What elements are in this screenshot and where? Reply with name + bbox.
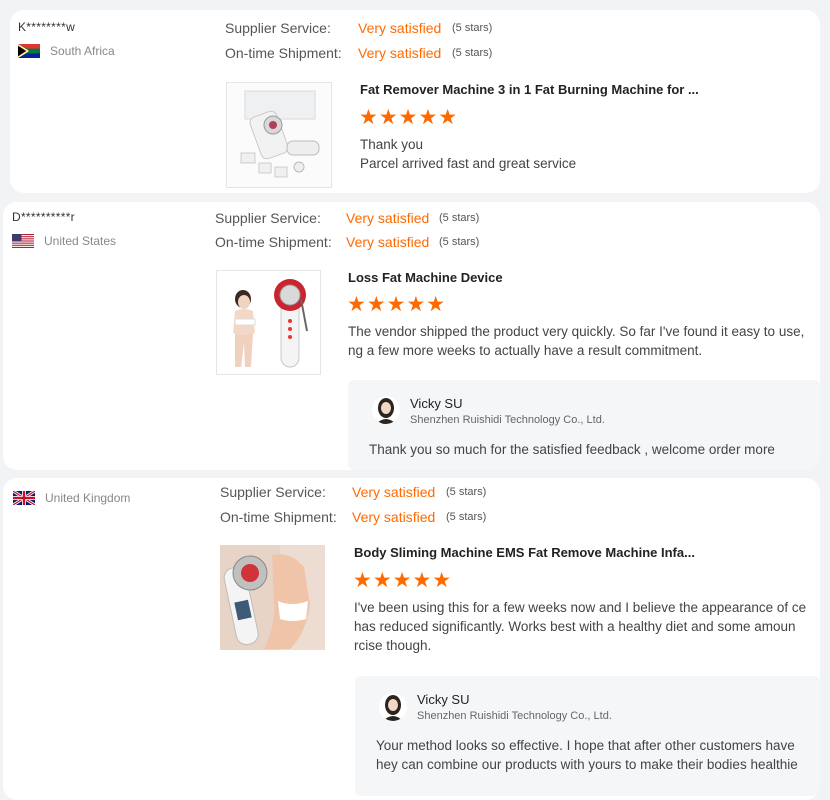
shipment-stars: (5 stars) [446,511,487,523]
avatar [379,693,407,721]
shipment-label: On-time Shipment: [215,234,332,250]
review-card: K********w South Africa Supplier Service… [10,10,820,193]
supplier-service-stars: (5 stars) [446,486,487,498]
united-states-flag-icon [12,234,34,248]
supplier-service-value: Very satisfied [352,484,436,500]
reply-company: Shenzhen Ruishidi Technology Co., Ltd. [410,414,605,426]
shipment-stars: (5 stars) [439,236,480,248]
review-card: United Kingdom Supplier Service: Very sa… [3,478,820,800]
avatar [372,396,400,424]
supplier-service-label: Supplier Service: [225,20,331,36]
country-label: South Africa [50,44,115,58]
reviews-page: { "reviews": [ { "buyer": "K********w", … [0,0,830,800]
shipment-value: Very satisfied [346,234,430,250]
country-label: United States [44,234,117,248]
buyer-country: United Kingdom [13,491,130,505]
supplier-service-stars: (5 stars) [439,212,480,224]
reply-author-name: Vicky SU [417,692,470,707]
product-title[interactable]: Body Sliming Machine EMS Fat Remove Mach… [354,545,695,560]
star-rating: ★★★★★ [347,293,447,316]
reply-text: Your method looks so effective. I hope t… [376,738,798,772]
product-title[interactable]: Fat Remover Machine 3 in 1 Fat Burning M… [360,82,699,97]
reply-text: Thank you so much for the satisfied feed… [369,442,775,457]
supplier-reply: Vicky SU Shenzhen Ruishidi Technology Co… [355,676,820,796]
supplier-reply: Vicky SU Shenzhen Ruishidi Technology Co… [348,380,820,470]
review-text: Thank you Parcel arrived fast and great … [360,137,577,171]
south-africa-flag-icon [18,44,40,58]
supplier-service-stars: (5 stars) [452,22,493,34]
shipment-stars: (5 stars) [452,47,493,59]
buyer-name: K********w [18,20,76,34]
review-text: The vendor shipped the product very quic… [348,324,805,358]
supplier-service-label: Supplier Service: [215,210,321,226]
loss-fat-machine-image[interactable] [216,270,321,375]
product-title[interactable]: Loss Fat Machine Device [348,270,503,285]
review-card: D**********r United States Supplier Serv… [3,202,820,470]
united-kingdom-flag-icon [13,491,35,505]
buyer-country: South Africa [18,44,115,58]
country-label: United Kingdom [45,491,131,505]
shipment-value: Very satisfied [358,45,442,61]
star-rating: ★★★★★ [359,106,459,129]
buyer-name: D**********r [12,210,75,224]
supplier-service-value: Very satisfied [358,20,442,36]
buyer-country: United States [12,234,116,248]
reply-company: Shenzhen Ruishidi Technology Co., Ltd. [417,710,612,722]
shipment-value: Very satisfied [352,509,436,525]
star-rating: ★★★★★ [353,569,453,592]
shipment-label: On-time Shipment: [225,45,342,61]
fat-remover-machine-kit-image[interactable] [226,82,332,188]
review-text: I've been using this for a few weeks now… [354,600,807,653]
shipment-label: On-time Shipment: [220,509,337,525]
supplier-service-value: Very satisfied [346,210,430,226]
supplier-service-label: Supplier Service: [220,484,326,500]
reply-author-name: Vicky SU [410,396,463,411]
body-slimming-machine-image[interactable] [220,545,325,650]
